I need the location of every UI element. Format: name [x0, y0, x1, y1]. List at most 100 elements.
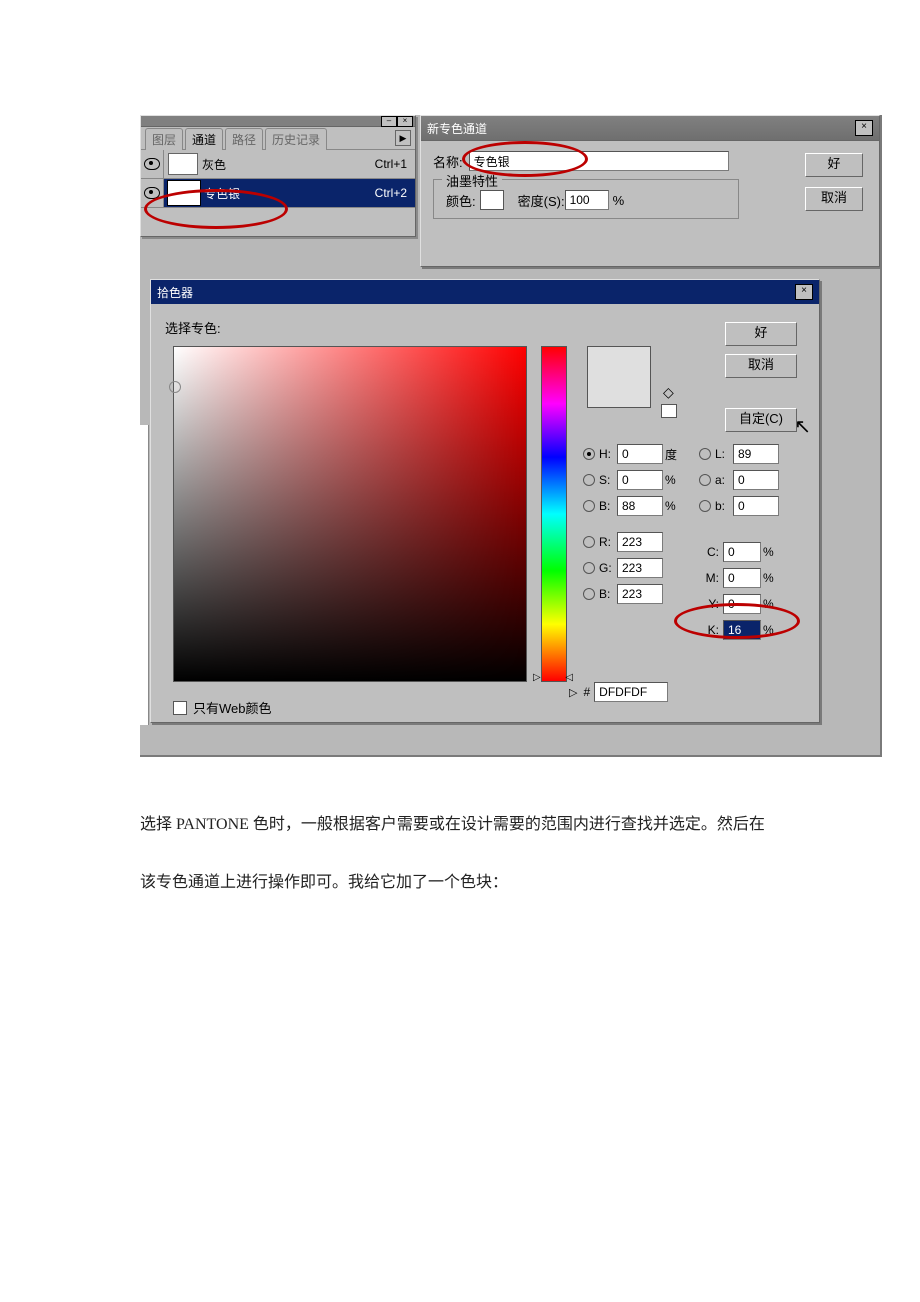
dialog-titlebar[interactable]: 新专色通道 ×: [421, 116, 879, 141]
input-y[interactable]: [723, 594, 761, 614]
ok-button[interactable]: 好: [805, 153, 863, 177]
dialog-close-button[interactable]: ×: [855, 120, 873, 136]
hue-slider-handles[interactable]: [533, 672, 573, 684]
hue-slider[interactable]: [541, 346, 567, 682]
dialog-title: 新专色通道: [427, 120, 487, 137]
palette-close-button[interactable]: ×: [397, 116, 413, 127]
article-paragraph-2: 该专色通道上进行操作即可。我给它加了一个色块：: [140, 866, 780, 900]
picker-title-text: 拾色器: [157, 284, 193, 301]
label-brgb: B:: [599, 587, 617, 601]
hex-input[interactable]: [594, 682, 668, 702]
palette-titlebar[interactable]: – ×: [141, 116, 415, 127]
hex-arrow-icon: ▷: [569, 686, 577, 699]
radio-g[interactable]: [583, 562, 595, 574]
new-spot-channel-dialog: 新专色通道 × 名称: 油墨特性 颜色: 密度(S): %: [420, 115, 880, 267]
radio-s[interactable]: [583, 474, 595, 486]
input-bhsb[interactable]: [617, 496, 663, 516]
tab-layers[interactable]: 图层: [145, 128, 183, 150]
web-colors-label: 只有Web颜色: [193, 698, 272, 717]
label-c: C:: [701, 545, 719, 559]
picker-custom-button[interactable]: 自定(C): [725, 408, 797, 432]
channel-row-gray[interactable]: 灰色 Ctrl+1: [141, 150, 415, 179]
picker-cancel-button[interactable]: 取消: [725, 354, 797, 378]
screenshot-region: – × 图层 通道 路径 历史记录 ▶ 灰色: [140, 115, 882, 757]
name-label: 名称:: [433, 152, 463, 171]
eye-icon: [144, 158, 160, 170]
tab-paths[interactable]: 路径: [225, 128, 263, 150]
label-bhsb: B:: [599, 499, 617, 513]
density-unit: %: [613, 193, 625, 208]
mouse-cursor-icon: ↖: [794, 414, 811, 439]
input-l[interactable]: [733, 444, 779, 464]
picker-titlebar[interactable]: 拾色器 ×: [151, 280, 819, 304]
eye-icon: [144, 187, 160, 199]
label-a: a:: [715, 473, 733, 487]
channel-name-input[interactable]: [469, 151, 729, 171]
label-l: L:: [715, 447, 733, 461]
palette-minimize-button[interactable]: –: [381, 116, 397, 127]
channel-name: 专色银: [204, 185, 357, 202]
channel-shortcut: Ctrl+2: [357, 186, 415, 200]
article-text: 选择 PANTONE 色时，一般根据客户需要或在设计需要的范围内进行查找并选定。…: [140, 808, 780, 923]
radio-l[interactable]: [699, 448, 711, 460]
input-h[interactable]: [617, 444, 663, 464]
color-label: 颜色:: [446, 191, 476, 210]
density-input[interactable]: [565, 190, 609, 210]
label-y: Y:: [701, 597, 719, 611]
channel-row-spot-silver[interactable]: 专色银 Ctrl+2: [141, 179, 415, 208]
channel-name: 灰色: [202, 156, 357, 173]
article-paragraph-1: 选择 PANTONE 色时，一般根据客户需要或在设计需要的范围内进行查找并选定。…: [140, 808, 780, 842]
radio-r[interactable]: [583, 536, 595, 548]
channel-thumb: [168, 153, 198, 175]
cancel-button[interactable]: 取消: [805, 187, 863, 211]
density-label: 密度(S):: [518, 191, 565, 210]
label-h: H:: [599, 447, 617, 461]
palette-menu-button[interactable]: ▶: [395, 130, 411, 146]
channel-list: 灰色 Ctrl+1 专色银 Ctrl+2: [141, 150, 415, 208]
radio-h[interactable]: [583, 448, 595, 460]
radio-brgb[interactable]: [583, 588, 595, 600]
picker-close-button[interactable]: ×: [795, 284, 813, 300]
input-blab[interactable]: [733, 496, 779, 516]
channels-palette: – × 图层 通道 路径 历史记录 ▶ 灰色: [140, 115, 416, 237]
color-picker-dialog: 拾色器 × 选择专色: 好 取消 自定(C) ↖: [150, 279, 820, 723]
label-s: S:: [599, 473, 617, 487]
color-preview: [587, 346, 651, 408]
canvas-edge: [140, 425, 149, 725]
color-field-cursor: [169, 381, 181, 393]
input-brgb[interactable]: [617, 584, 663, 604]
label-r: R:: [599, 535, 617, 549]
ink-color-swatch[interactable]: [480, 190, 504, 210]
visibility-toggle[interactable]: [141, 150, 164, 178]
group-title: 油墨特性: [442, 171, 502, 190]
gamut-warning-icon[interactable]: [663, 384, 679, 400]
input-c[interactable]: [723, 542, 761, 562]
color-field[interactable]: [173, 346, 527, 682]
web-safe-swatch[interactable]: [661, 404, 677, 418]
picker-ok-button[interactable]: 好: [725, 322, 797, 346]
unit-k: %: [763, 623, 781, 637]
ink-characteristics-group: 油墨特性 颜色: 密度(S): %: [433, 179, 739, 219]
web-colors-checkbox[interactable]: [173, 701, 187, 715]
input-a[interactable]: [733, 470, 779, 490]
channel-shortcut: Ctrl+1: [357, 157, 415, 171]
visibility-toggle[interactable]: [141, 179, 164, 207]
radio-a[interactable]: [699, 474, 711, 486]
radio-bhsb[interactable]: [583, 500, 595, 512]
label-g: G:: [599, 561, 617, 575]
input-k[interactable]: [723, 620, 761, 640]
unit-h: 度: [665, 446, 683, 463]
tab-history[interactable]: 历史记录: [265, 128, 327, 150]
label-k: K:: [701, 623, 719, 637]
palette-tabs: 图层 通道 路径 历史记录 ▶: [141, 127, 415, 150]
input-g[interactable]: [617, 558, 663, 578]
cmyk-fields: C: % M: % Y: % K:: [701, 542, 781, 646]
unit-c: %: [763, 545, 781, 559]
unit-bhsb: %: [665, 499, 683, 513]
input-m[interactable]: [723, 568, 761, 588]
menu-arrow-icon: ▶: [400, 133, 407, 144]
tab-channels[interactable]: 通道: [185, 128, 223, 150]
input-s[interactable]: [617, 470, 663, 490]
input-r[interactable]: [617, 532, 663, 552]
radio-blab[interactable]: [699, 500, 711, 512]
